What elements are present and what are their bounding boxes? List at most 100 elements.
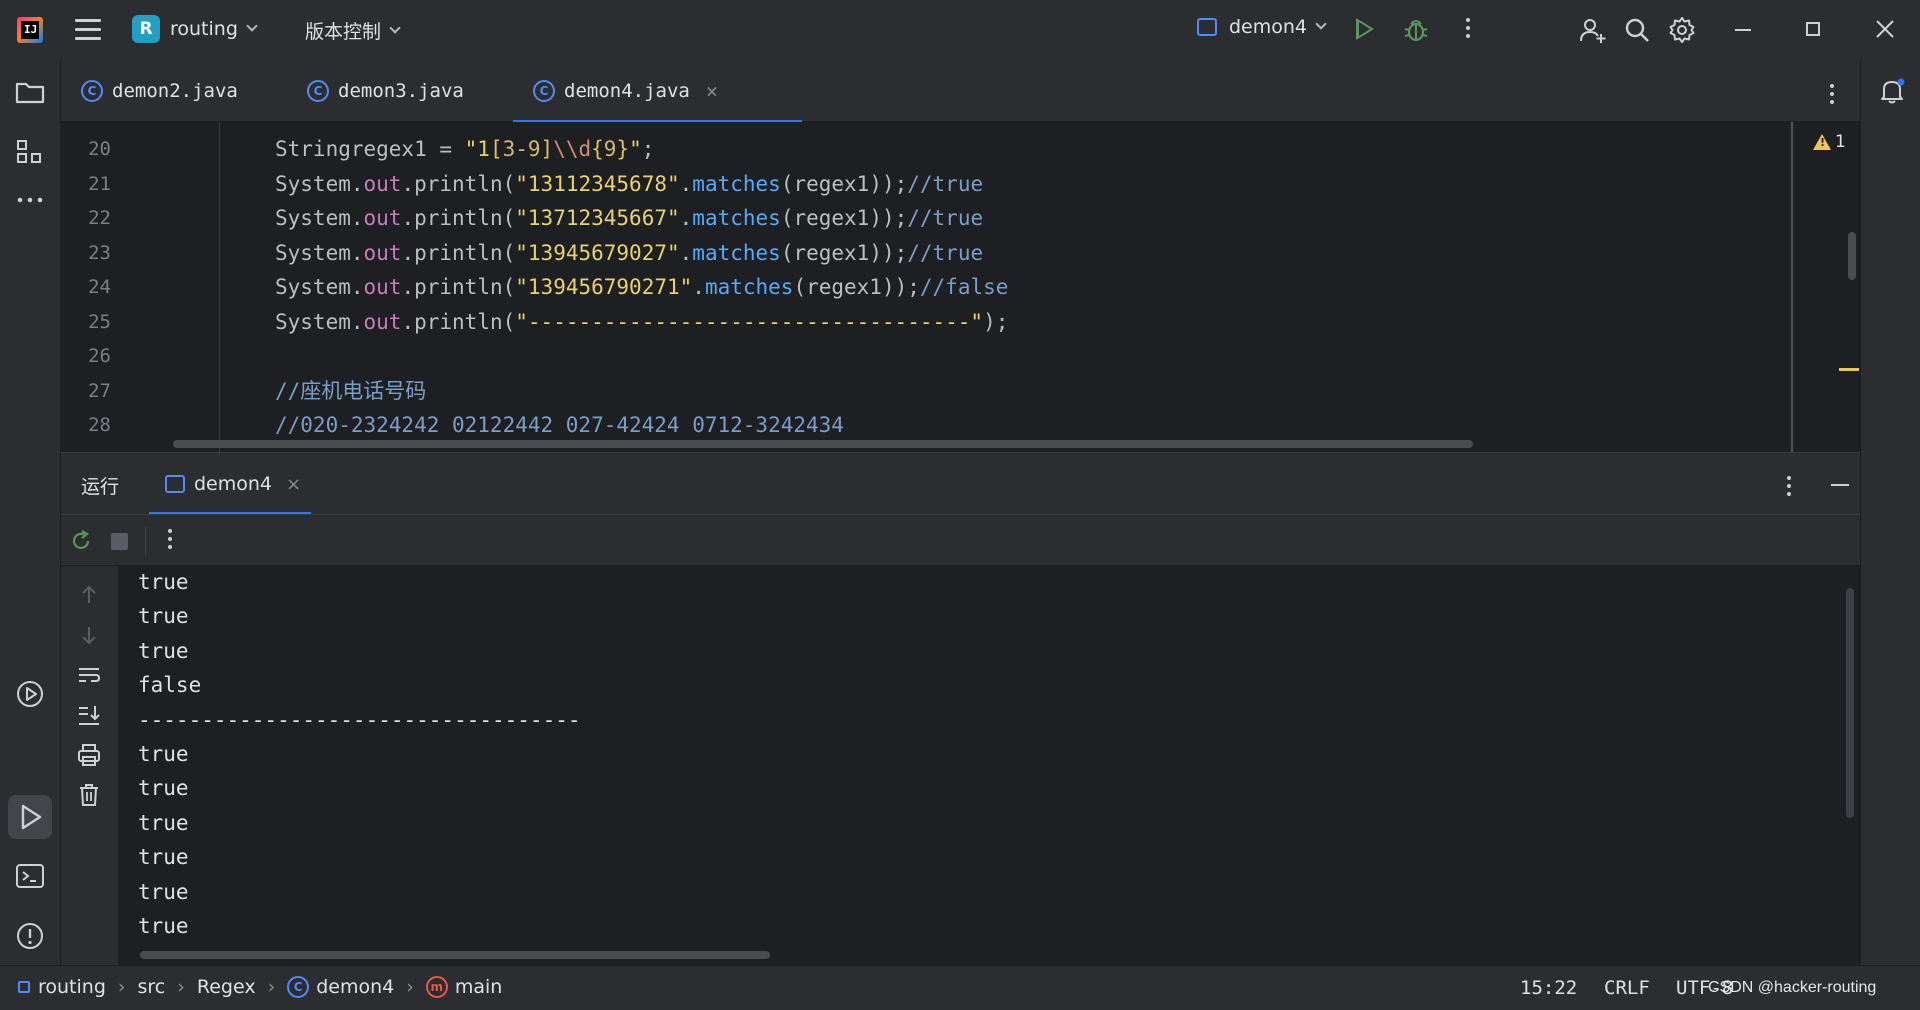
code-editor[interactable]: 20 Stringregex1 = "1[3-9]\\d{9}"; 21 System…: [61, 122, 1860, 452]
code-line[interactable]: 26: [61, 339, 1811, 373]
run-options-icon[interactable]: [1787, 476, 1791, 500]
code-token: .: [401, 171, 415, 196]
code-token: //true: [907, 206, 984, 230]
code-line[interactable]: 22 System.out.println("13712345667".match…: [61, 201, 1811, 235]
code-line[interactable]: 21 System.out.println("13112345678".match…: [61, 167, 1811, 201]
java-class-icon: C: [307, 80, 329, 102]
tab-demon4-java[interactable]: C demon4.java ×: [513, 60, 802, 123]
run-tab-demon4[interactable]: demon4 ×: [149, 453, 311, 515]
services-icon[interactable]: [14, 678, 46, 710]
project-folder-icon[interactable]: [14, 76, 46, 108]
editor-tab-bar: C demon2.java C demon3.java C demon4.jav…: [61, 60, 1860, 123]
debug-button-icon[interactable]: [1404, 17, 1428, 43]
close-tab-icon[interactable]: ×: [706, 79, 718, 103]
terminal-icon[interactable]: [14, 860, 46, 892]
notifications-bell-icon[interactable]: [1879, 78, 1905, 104]
scroll-to-end-icon[interactable]: [76, 702, 102, 728]
line-number: 24: [88, 276, 111, 298]
line-number: 28: [88, 414, 111, 436]
structure-icon[interactable]: [14, 136, 46, 168]
run-config-name: demon4: [1229, 16, 1308, 38]
console-output[interactable]: true true true false -----------------------…: [118, 566, 1860, 965]
console-horizontal-scrollbar[interactable]: [140, 951, 770, 959]
more-tools-icon[interactable]: [14, 184, 46, 216]
vcs-menu[interactable]: 版本控制: [305, 17, 401, 44]
code-line[interactable]: 27 //座机电话号码: [61, 374, 1811, 408]
breadcrumb-demon4[interactable]: demon4: [316, 976, 394, 998]
clear-all-trash-icon[interactable]: [76, 782, 102, 808]
rerun-icon[interactable]: [70, 530, 92, 552]
run-configuration-selector[interactable]: demon4: [1197, 16, 1327, 38]
line-number: 20: [88, 138, 111, 160]
breadcrumb-separator: ›: [177, 976, 185, 998]
tab-options-icon[interactable]: [1830, 84, 1834, 108]
run-tool-icon[interactable]: [14, 801, 46, 833]
restore-window-icon[interactable]: [1806, 22, 1820, 36]
project-selector[interactable]: R routing: [132, 15, 258, 43]
tab-demon3-java[interactable]: C demon3.java: [287, 60, 500, 122]
project-badge: R: [132, 15, 160, 43]
code-token: out: [363, 275, 402, 299]
stop-icon[interactable]: [111, 533, 128, 550]
warning-marker[interactable]: [1839, 368, 1859, 371]
console-line: true: [138, 776, 189, 801]
caret-position[interactable]: 15:22: [1520, 977, 1577, 999]
code-line[interactable]: 24 System.out.println("139456790271".matc…: [61, 270, 1811, 304]
csdn-watermark: CSDN @hacker-routing: [1708, 979, 1877, 996]
code-token: System.: [275, 171, 364, 196]
code-line[interactable]: 25 System.out.println("------------------…: [61, 305, 1811, 339]
code-token: .: [401, 275, 415, 299]
code-token: "-----------------------------------": [515, 309, 984, 334]
left-tool-strip: [0, 60, 61, 1008]
more-actions-icon[interactable]: [1466, 18, 1470, 42]
add-user-icon[interactable]: [1579, 16, 1607, 44]
code-token: matches: [692, 240, 781, 265]
code-token: "139456790271": [515, 275, 693, 299]
code-token: .: [401, 240, 415, 265]
breadcrumb-regex[interactable]: Regex: [197, 976, 256, 998]
code-token: [: [489, 137, 503, 161]
main-menu-icon[interactable]: [75, 19, 101, 41]
minimize-window-icon[interactable]: [1735, 29, 1751, 31]
run-toolbar: [61, 514, 1860, 566]
print-icon[interactable]: [76, 742, 102, 768]
code-token: out: [363, 171, 402, 196]
breadcrumb-main[interactable]: main: [455, 976, 502, 998]
code-line[interactable]: 23 System.out.println("13945679027".match…: [61, 236, 1811, 270]
code-token: ;: [641, 137, 655, 161]
problems-icon[interactable]: [14, 920, 46, 952]
hide-tool-window-icon[interactable]: [1831, 484, 1849, 486]
editor-horizontal-scrollbar[interactable]: [173, 440, 1473, 448]
run-button-icon[interactable]: [1356, 18, 1374, 40]
editor-vertical-scrollbar[interactable]: [1848, 232, 1856, 280]
search-icon[interactable]: [1623, 16, 1651, 44]
status-bar: routing › src › Regex › C demon4 › m mai…: [0, 965, 1920, 1010]
settings-gear-icon[interactable]: [1668, 16, 1696, 44]
breadcrumb-routing[interactable]: routing: [38, 976, 106, 998]
code-token: System.: [275, 206, 364, 230]
code-line[interactable]: 20 Stringregex1 = "1[3-9]\\d{9}";: [61, 132, 1811, 166]
code-token: out: [363, 206, 402, 230]
console-line: true: [138, 845, 189, 870]
tab-demon2-java[interactable]: C demon2.java: [61, 60, 274, 122]
down-stack-frame-icon[interactable]: [76, 622, 102, 648]
code-line[interactable]: 28 //020-2324242 02122442 027-42424 0712-…: [61, 408, 1811, 442]
close-run-tab-icon[interactable]: ×: [286, 474, 301, 495]
code-token: "1: [464, 137, 490, 161]
close-window-icon[interactable]: [1874, 18, 1896, 40]
line-separator[interactable]: CRLF: [1604, 977, 1650, 999]
run-toolbar-more-icon[interactable]: [168, 529, 172, 553]
breadcrumb-src[interactable]: src: [138, 976, 166, 998]
inspection-widget[interactable]: 1: [1813, 132, 1846, 152]
console-vertical-scrollbar[interactable]: [1846, 588, 1854, 818]
code-text: System.out.println("13945679027".matches…: [275, 236, 983, 270]
console-line: true: [138, 604, 189, 629]
up-stack-frame-icon[interactable]: [76, 582, 102, 608]
run-tool-window-header: 运行 demon4 ×: [61, 452, 1860, 515]
java-class-icon: C: [287, 976, 310, 998]
console-line: true: [138, 914, 189, 938]
intellij-logo-icon[interactable]: IJ: [17, 17, 43, 43]
soft-wrap-icon[interactable]: [76, 662, 102, 688]
code-token: (regex1));: [793, 275, 920, 299]
code-token: println(: [414, 275, 516, 299]
